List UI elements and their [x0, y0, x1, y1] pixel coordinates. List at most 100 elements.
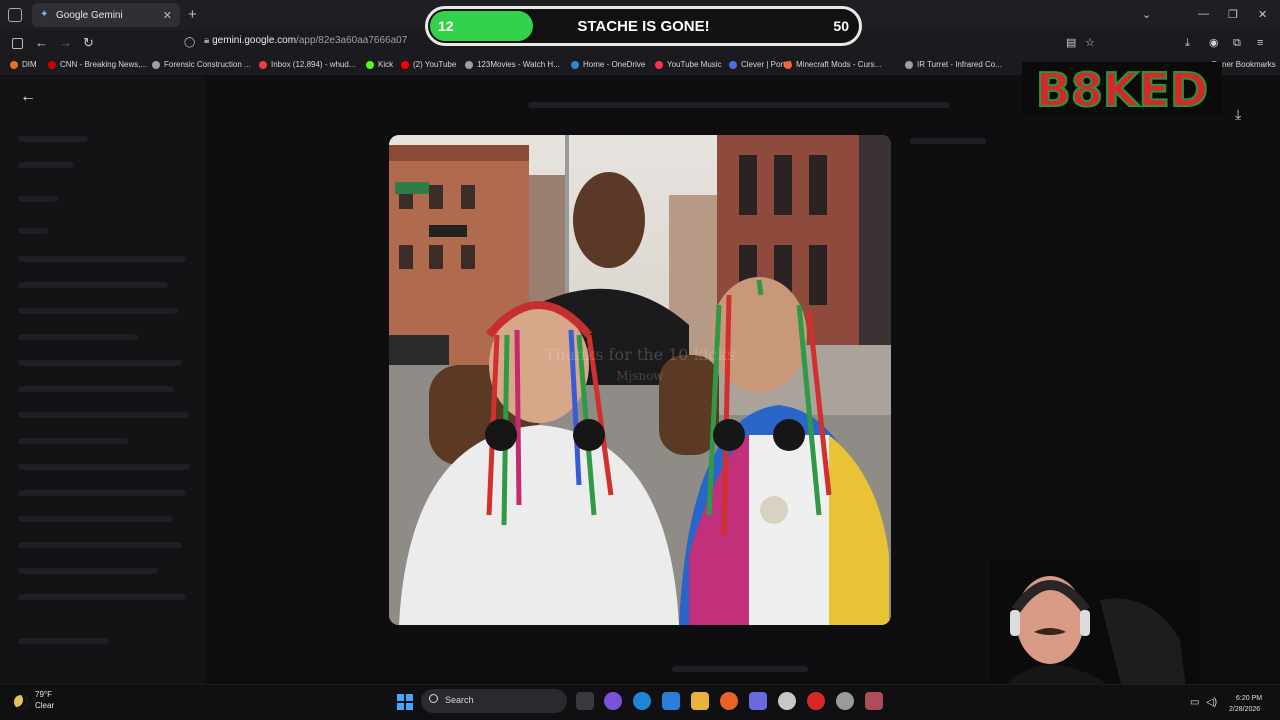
bookmark-favicon-icon — [729, 60, 737, 69]
bookmark-item[interactable]: Home - OneDrive — [571, 60, 645, 69]
bookmark-item[interactable]: Kick — [366, 60, 393, 69]
close-window-icon[interactable]: ✕ — [1258, 8, 1267, 21]
goal-target-count: 50 — [833, 18, 849, 34]
sidebar-item[interactable] — [18, 256, 186, 262]
bookmark-label: ner Bookmarks — [1222, 60, 1276, 69]
bookmark-label: CNN - Breaking News,... — [60, 60, 148, 69]
tracking-shield-icon[interactable]: ◯ — [184, 35, 195, 51]
sidebar-item[interactable] — [18, 162, 74, 168]
reload-icon[interactable]: ↻ — [83, 35, 94, 51]
sidebar-item[interactable] — [18, 412, 188, 418]
sidebar-item[interactable] — [18, 136, 88, 142]
bookmark-label: Minecraft Mods - Curs... — [796, 60, 882, 69]
account-icon[interactable]: ◉ — [1209, 35, 1219, 51]
bookmark-label: (2) YouTube — [413, 60, 457, 69]
tab-google-gemini[interactable]: ✦ Google Gemini ✕ — [32, 3, 180, 27]
firefox-icon[interactable] — [720, 692, 738, 710]
sidebar-item[interactable] — [18, 196, 58, 202]
gemini-icon: ✦ — [40, 9, 49, 20]
forward-icon[interactable]: → — [59, 35, 72, 51]
network-icon[interactable]: ▭ — [1190, 697, 1199, 708]
chat-footer-line — [672, 666, 808, 672]
bookmark-star-icon[interactable]: ☆ — [1085, 35, 1095, 51]
bookmark-item[interactable]: CNN - Breaking News,... — [48, 60, 147, 69]
bookmark-item[interactable]: IR Turret - Infrared Co... — [905, 60, 1002, 69]
media-player-icon[interactable] — [807, 692, 825, 710]
bookmark-label: Kick — [378, 60, 394, 69]
bookmark-favicon-icon — [152, 60, 160, 69]
sidebar-item[interactable] — [18, 638, 108, 644]
search-icon — [429, 694, 438, 703]
bookmark-item[interactable]: Inbox (12,894) - whud... — [259, 60, 356, 69]
windows-taskbar: 79°F Clear Search ▭ ◁) 6:20 PM 2/28/2026 — [0, 684, 1280, 720]
windows-start-icon[interactable] — [397, 694, 413, 710]
bookmark-item[interactable]: (2) YouTube — [401, 60, 456, 69]
tab-title: Google Gemini — [56, 9, 123, 21]
watermark-line-2: Mjsnow — [616, 369, 664, 383]
screen: ✦ Google Gemini ✕ + ⌄ — ❐ ✕ ← → ↻ ◯ 🔒︎ g… — [0, 0, 1280, 720]
close-tab-icon[interactable]: ✕ — [163, 9, 172, 22]
volume-icon[interactable]: ◁) — [1206, 697, 1217, 708]
sidebar-item[interactable] — [18, 490, 186, 496]
extensions-icon[interactable]: ⧉ — [1233, 35, 1241, 51]
chat-message-line — [528, 102, 950, 108]
bookmark-item[interactable]: Minecraft Mods - Curs... — [784, 60, 881, 69]
address-bar[interactable]: 🔒︎ gemini.google.com/app/82e3a60aa7666a0… — [204, 35, 407, 46]
sidebar-item[interactable] — [18, 282, 168, 288]
sidebar-item[interactable] — [18, 438, 128, 444]
back-arrow-icon[interactable]: ← — [20, 88, 36, 106]
sidebar-item[interactable] — [18, 308, 178, 314]
minimize-icon[interactable]: — — [1198, 8, 1209, 20]
chat-message-line — [910, 138, 986, 144]
task-view-icon[interactable] — [576, 692, 594, 710]
downloads-icon[interactable]: ⤓ — [1185, 35, 1190, 51]
store-icon[interactable] — [662, 692, 680, 710]
file-explorer-icon[interactable] — [691, 692, 709, 710]
sidebar-item[interactable] — [18, 594, 186, 600]
settings-icon[interactable] — [836, 692, 854, 710]
sidebar-item[interactable] — [18, 568, 158, 574]
bookmark-item[interactable]: Clever | Portal — [729, 60, 792, 69]
generated-image[interactable]: Thanks for the 10 kicks Mjsnow — [389, 135, 891, 625]
sidebar-item[interactable] — [18, 386, 174, 392]
taskbar-search[interactable]: Search — [421, 689, 567, 713]
tab-list-icon[interactable] — [8, 8, 22, 22]
bookmark-item[interactable]: Forensic Construction ... — [152, 60, 251, 69]
list-all-tabs-icon[interactable]: ⌄ — [1142, 8, 1151, 21]
watermark-line-1: Thanks for the 10 kicks — [544, 345, 736, 364]
back-icon[interactable]: ← — [35, 35, 48, 51]
reader-view-icon[interactable]: ▤ — [1066, 35, 1076, 51]
bookmark-item[interactable]: DIM — [10, 60, 37, 69]
sidebar-item[interactable] — [18, 228, 48, 234]
edge-icon[interactable] — [633, 692, 651, 710]
sidebar-item[interactable] — [18, 542, 182, 548]
channel-logo: B8KED — [1022, 62, 1222, 116]
sidebar-toggle-icon[interactable] — [12, 38, 23, 49]
bookmark-item[interactable]: YouTube Music — [655, 60, 722, 69]
stream-goal-bar: 12 STACHE IS GONE! 50 — [425, 6, 862, 46]
moon-icon[interactable] — [14, 695, 28, 709]
bookmark-item[interactable]: 123Movies - Watch H... — [465, 60, 560, 69]
weather-condition[interactable]: Clear — [35, 701, 54, 710]
clock-date[interactable]: 2/28/2026 — [1229, 706, 1260, 713]
discord-icon[interactable] — [749, 692, 767, 710]
clock-time[interactable]: 6:20 PM — [1236, 695, 1262, 702]
bookmark-label: Inbox (12,894) - whud... — [271, 60, 356, 69]
menu-icon[interactable]: ≡ — [1257, 35, 1263, 51]
weather-temperature[interactable]: 79°F — [35, 690, 52, 699]
sidebar-item[interactable] — [18, 464, 190, 470]
sidebar-item[interactable] — [18, 360, 182, 366]
sidebar-item[interactable] — [18, 334, 138, 340]
restore-icon[interactable]: ❐ — [1228, 8, 1238, 21]
new-tab-icon[interactable]: + — [188, 7, 197, 22]
download-image-icon[interactable]: ⤓ — [1235, 106, 1241, 123]
bookmark-label: YouTube Music — [667, 60, 722, 69]
bookmark-label: Home - OneDrive — [583, 60, 646, 69]
app-icon[interactable] — [865, 692, 883, 710]
chrome-icon[interactable] — [778, 692, 796, 710]
bookmark-favicon-icon — [905, 60, 913, 69]
copilot-icon[interactable] — [604, 692, 622, 710]
bookmark-label: IR Turret - Infrared Co... — [917, 60, 1002, 69]
sidebar-item[interactable] — [18, 516, 172, 522]
bookmark-favicon-icon — [10, 60, 18, 69]
